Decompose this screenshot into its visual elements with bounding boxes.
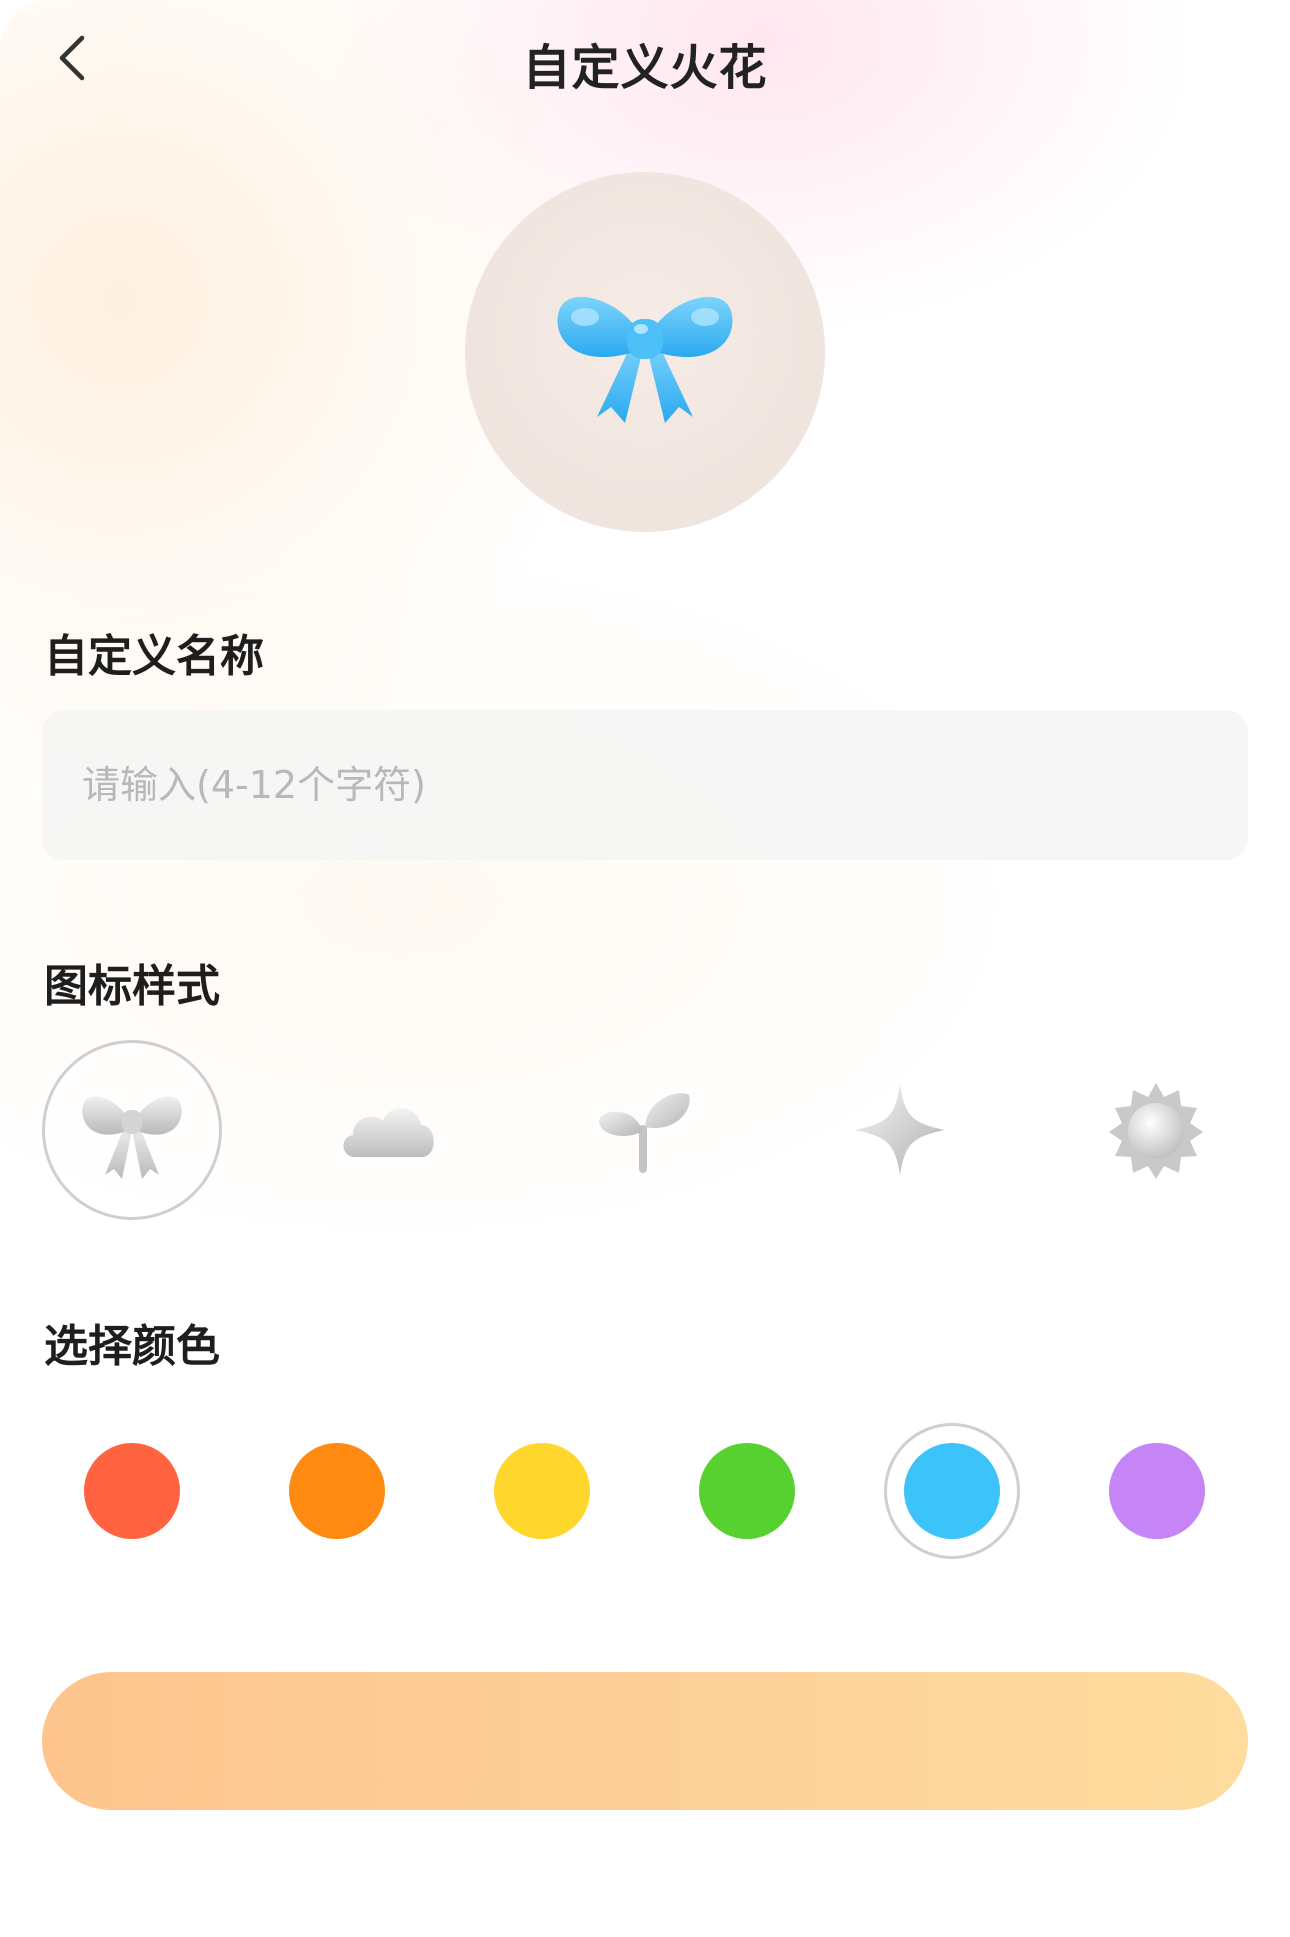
icon-option-sparkle[interactable] (810, 1040, 990, 1220)
icon-option-sun[interactable] (1066, 1040, 1246, 1220)
icon-section-label: 图标样式 (44, 961, 220, 1012)
color-swatch (699, 1443, 795, 1539)
color-option-red[interactable] (64, 1423, 200, 1559)
color-option-green[interactable] (679, 1423, 815, 1559)
name-section-label: 自定义名称 (44, 631, 264, 682)
color-option-blue[interactable] (884, 1423, 1020, 1559)
color-option-purple[interactable] (1089, 1423, 1225, 1559)
confirm-button[interactable] (42, 1672, 1248, 1810)
page-title: 自定义火花 (522, 40, 768, 96)
color-option-yellow[interactable] (474, 1423, 610, 1559)
sun-icon (1109, 1083, 1203, 1179)
color-options (0, 1423, 1290, 1559)
color-swatch (289, 1443, 385, 1539)
bow-icon (82, 1096, 182, 1179)
color-swatch (904, 1443, 1000, 1539)
sprout-icon (599, 1093, 690, 1173)
cloud-icon (343, 1107, 434, 1157)
color-section-label: 选择颜色 (44, 1321, 220, 1372)
icon-option-cloud[interactable] (298, 1040, 478, 1220)
custom-spark-page: 自定义火花 自定义名称 图标样式 (0, 0, 1290, 1937)
color-swatch (84, 1443, 180, 1539)
icon-style-options (0, 1040, 1290, 1220)
bow-icon (557, 296, 733, 423)
color-swatch (1109, 1443, 1205, 1539)
color-swatch (494, 1443, 590, 1539)
icon-option-sprout[interactable] (554, 1040, 734, 1220)
color-option-orange[interactable] (269, 1423, 405, 1559)
icon-preview (465, 172, 825, 532)
icon-option-bow[interactable] (42, 1040, 222, 1220)
sparkle-icon (855, 1085, 945, 1175)
name-input[interactable] (42, 710, 1248, 860)
